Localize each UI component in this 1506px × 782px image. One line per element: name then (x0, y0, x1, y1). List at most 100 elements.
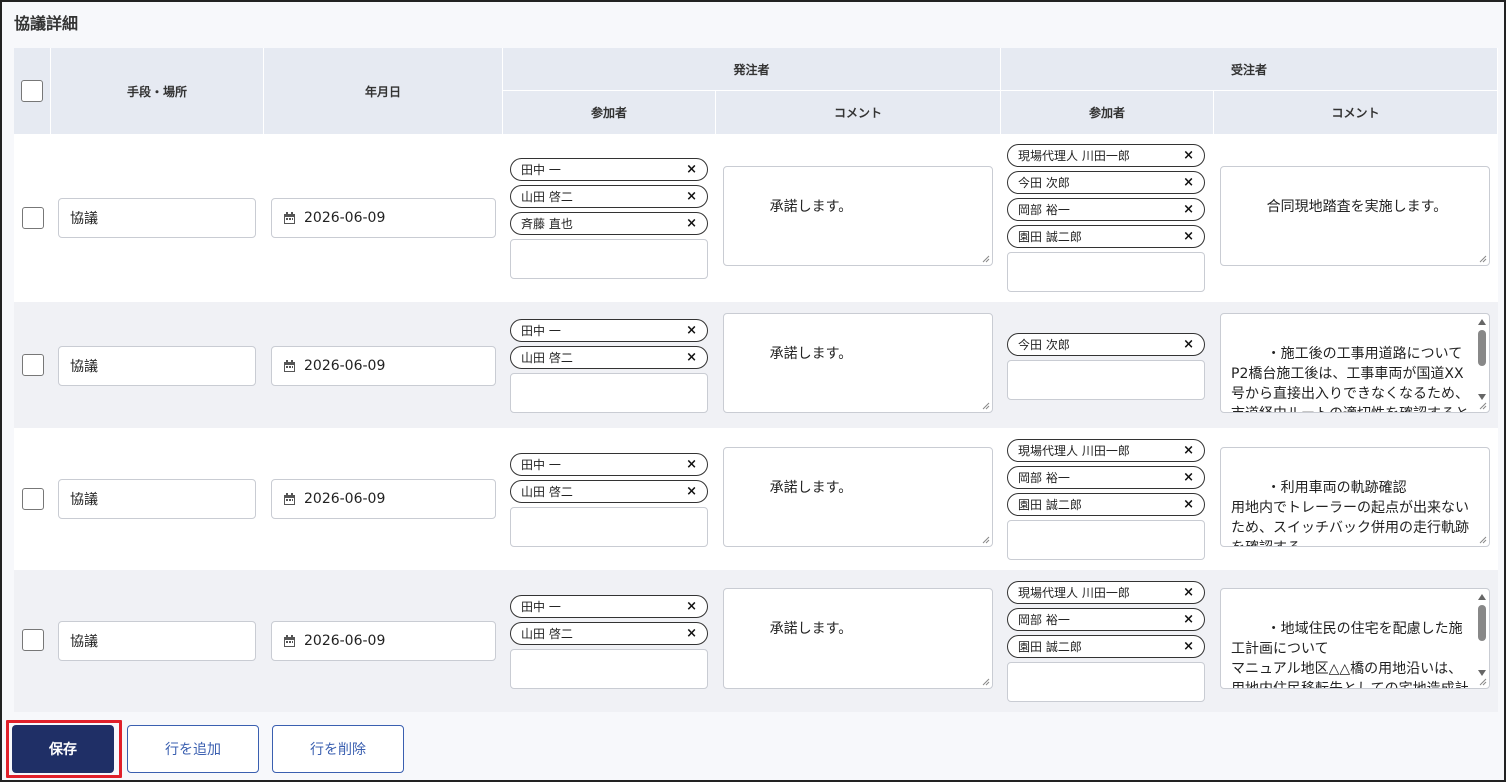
contractor-comment-textarea[interactable]: ・利用車両の軌跡確認 用地内でトレーラーの起点が出来ないため、スイッチバック併用… (1220, 447, 1490, 547)
close-icon[interactable]: × (686, 162, 697, 177)
participant-tag: 現場代理人 川田一郎 × (1007, 439, 1205, 462)
participant-add-input[interactable] (510, 507, 708, 547)
select-all-checkbox[interactable] (21, 80, 43, 102)
page-title: 協議詳細 (14, 14, 79, 33)
participant-tag: 園田 誠二郎 × (1007, 493, 1205, 516)
calendar-icon (284, 492, 295, 505)
orderer-comment-textarea[interactable]: 承諾します。 (723, 447, 993, 547)
resize-grip-icon[interactable] (982, 402, 990, 410)
date-value: 2026-06-09 (304, 633, 386, 649)
date-value: 2026-06-09 (304, 491, 386, 507)
close-icon[interactable]: × (686, 599, 697, 614)
header-date: 年月日 (264, 48, 503, 134)
participant-tag: 田中 一 × (510, 453, 708, 476)
orderer-comment-textarea[interactable]: 承諾します。 (723, 313, 993, 413)
orderer-participants: 田中 一 × 山田 啓二 × (510, 319, 708, 413)
close-icon[interactable]: × (686, 216, 697, 231)
participant-add-input[interactable] (1007, 662, 1205, 702)
participant-tag: 現場代理人 川田一郎 × (1007, 581, 1205, 604)
resize-grip-icon[interactable] (982, 678, 990, 686)
contractor-comment-textarea[interactable]: ・地域住民の住宅を配慮した施工計画について マニュアル地区△△橋の用地沿いは、用… (1220, 588, 1490, 689)
header-select-cell (14, 48, 51, 134)
participant-tag: 園田 誠二郎 × (1007, 635, 1205, 658)
method-input[interactable]: 協議 (58, 621, 256, 661)
resize-grip-icon[interactable] (982, 536, 990, 544)
save-button[interactable]: 保存 (12, 725, 114, 773)
contractor-participants: 今田 次郎 × (1007, 333, 1205, 400)
method-input[interactable]: 協議 (58, 346, 256, 386)
resize-grip-icon[interactable] (1479, 536, 1487, 544)
participant-add-input[interactable] (510, 649, 708, 689)
delete-row-button[interactable]: 行を削除 (272, 725, 404, 773)
close-icon[interactable]: × (1183, 639, 1194, 654)
method-input[interactable]: 協議 (58, 479, 256, 519)
date-input[interactable]: 2026-06-09 (271, 198, 496, 238)
orderer-participants: 田中 一 × 山田 啓二 × 斉藤 直也 × (510, 158, 708, 279)
resize-grip-icon[interactable] (982, 255, 990, 263)
header-orderer-comment: コメント (716, 91, 1001, 134)
row-checkbox[interactable] (22, 488, 44, 510)
participant-add-input[interactable] (510, 239, 708, 279)
row-checkbox[interactable] (22, 629, 44, 651)
calendar-icon (284, 211, 295, 224)
participant-add-input[interactable] (1007, 252, 1205, 292)
header-contractor: 受注者 (1001, 48, 1498, 91)
row-checkbox[interactable] (22, 207, 44, 229)
contractor-comment-textarea[interactable]: 合同現地踏査を実施します。 (1220, 166, 1490, 266)
date-input[interactable]: 2026-06-09 (271, 346, 496, 386)
close-icon[interactable]: × (686, 350, 697, 365)
participant-tag: 山田 啓二 × (510, 480, 708, 503)
resize-grip-icon[interactable] (1479, 402, 1487, 410)
orderer-participants: 田中 一 × 山田 啓二 × (510, 453, 708, 547)
participant-add-input[interactable] (1007, 520, 1205, 560)
discussion-table: 手段・場所 年月日 発注者 受注者 参加者 コメント 参加者 コメント 協議 2… (14, 48, 1498, 712)
date-input[interactable]: 2026-06-09 (271, 479, 496, 519)
close-icon[interactable]: × (1183, 229, 1194, 244)
close-icon[interactable]: × (686, 457, 697, 472)
close-icon[interactable]: × (686, 484, 697, 499)
participant-tag: 今田 次郎 × (1007, 333, 1205, 356)
add-row-button[interactable]: 行を追加 (127, 725, 259, 773)
orderer-comment-textarea[interactable]: 承諾します。 (723, 166, 993, 266)
resize-grip-icon[interactable] (1479, 255, 1487, 263)
date-value: 2026-06-09 (304, 358, 386, 374)
header-contractor-comment: コメント (1214, 91, 1498, 134)
participant-tag: 田中 一 × (510, 595, 708, 618)
close-icon[interactable]: × (1183, 497, 1194, 512)
close-icon[interactable]: × (1183, 470, 1194, 485)
participant-tag: 岡部 裕一 × (1007, 198, 1205, 221)
row-checkbox[interactable] (22, 354, 44, 376)
date-input[interactable]: 2026-06-09 (271, 621, 496, 661)
participant-tag: 斉藤 直也 × (510, 212, 708, 235)
participant-tag: 田中 一 × (510, 319, 708, 342)
close-icon[interactable]: × (1183, 585, 1194, 600)
orderer-comment-textarea[interactable]: 承諾します。 (723, 588, 993, 689)
comment-scrollbar[interactable] (1477, 591, 1487, 676)
close-icon[interactable]: × (1183, 337, 1194, 352)
header-contractor-participants: 参加者 (1001, 91, 1214, 134)
date-value: 2026-06-09 (304, 210, 386, 226)
close-icon[interactable]: × (1183, 612, 1194, 627)
close-icon[interactable]: × (686, 189, 697, 204)
close-icon[interactable]: × (686, 626, 697, 641)
resize-grip-icon[interactable] (1479, 678, 1487, 686)
table-row: 協議 2026-06-09 田中 一 × 山田 啓二 × 承諾します。 今田 次郎 ×… (14, 302, 1498, 428)
participant-add-input[interactable] (510, 373, 708, 413)
close-icon[interactable]: × (1183, 175, 1194, 190)
contractor-participants: 現場代理人 川田一郎 × 今田 次郎 × 岡部 裕一 × 園田 誠二郎 × (1007, 144, 1205, 292)
participant-add-input[interactable] (1007, 360, 1205, 400)
close-icon[interactable]: × (1183, 443, 1194, 458)
close-icon[interactable]: × (1183, 202, 1194, 217)
participant-tag: 岡部 裕一 × (1007, 608, 1205, 631)
table-header: 手段・場所 年月日 発注者 受注者 参加者 コメント 参加者 コメント (14, 48, 1498, 134)
comment-scrollbar[interactable] (1477, 316, 1487, 400)
contractor-comment-textarea[interactable]: ・施工後の工事用道路について P2橋台施工後は、工事車両が国道XX号から直接出入… (1220, 313, 1490, 413)
close-icon[interactable]: × (1183, 148, 1194, 163)
method-input[interactable]: 協議 (58, 198, 256, 238)
participant-tag: 岡部 裕一 × (1007, 466, 1205, 489)
table-row: 協議 2026-06-09 田中 一 × 山田 啓二 × 斉藤 直也 × 承諾します。… (14, 134, 1498, 302)
calendar-icon (284, 634, 295, 647)
header-method-place: 手段・場所 (51, 48, 264, 134)
close-icon[interactable]: × (686, 323, 697, 338)
participant-tag: 現場代理人 川田一郎 × (1007, 144, 1205, 167)
